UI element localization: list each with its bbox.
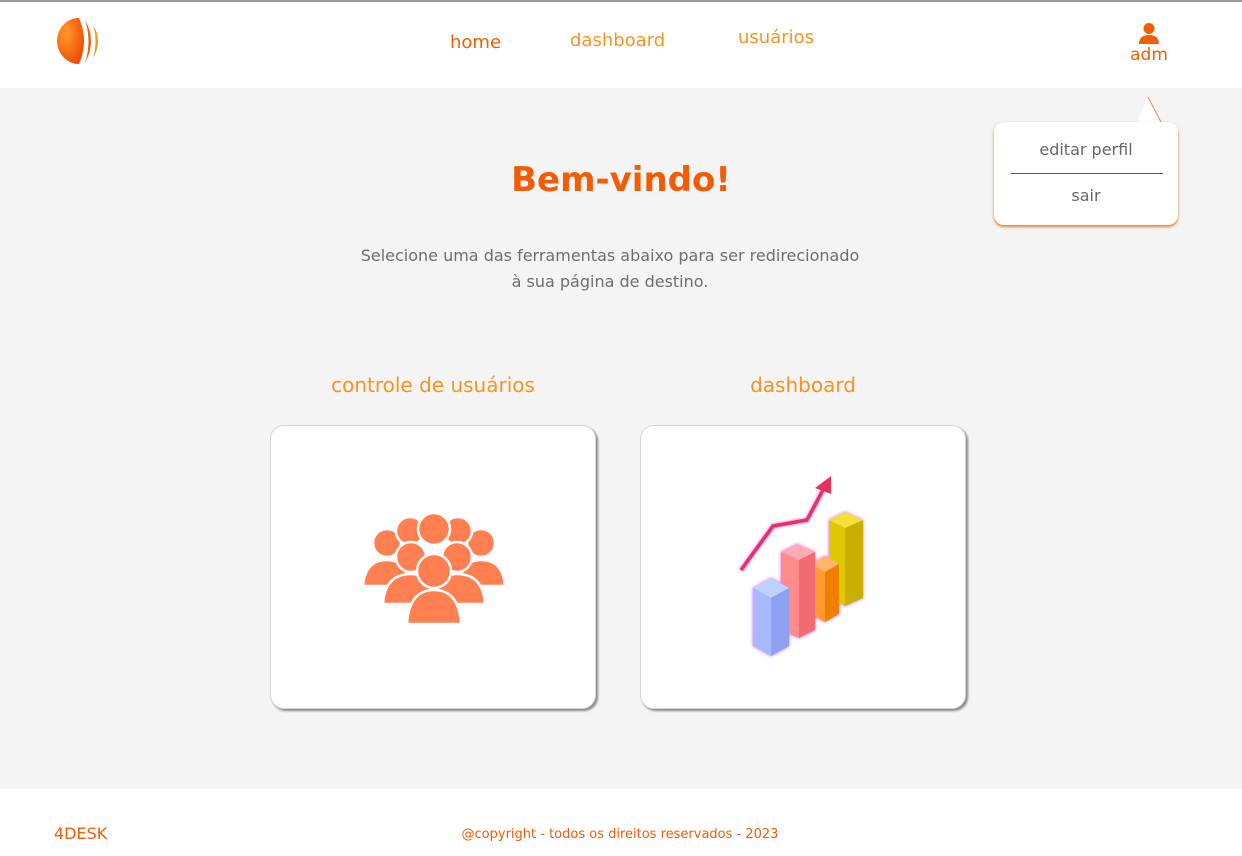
page-subtitle: Selecione uma das ferramentas abaixo par… [310,243,910,295]
footer-brand: 4DESK [54,824,108,843]
nav-home[interactable]: home [450,32,501,53]
footer: 4DESK @copyright - todos os direitos res… [0,789,1242,856]
nav-dashboard[interactable]: dashboard [570,30,665,51]
subtitle-line-2: à sua página de destino. [511,272,709,291]
bar-chart-icon [739,476,863,656]
users-group-icon [363,512,505,624]
dropdown-pointer [1136,97,1163,124]
dashboard-card[interactable] [640,425,966,709]
users-control-card[interactable] [270,425,596,709]
nav-users[interactable]: usuários [738,27,814,48]
copyright-text: @copyright - todos os direitos reservado… [461,827,779,842]
user-menu-button[interactable]: adm [1118,20,1180,70]
edit-profile-menu-item[interactable]: editar perfil [994,140,1178,159]
user-icon [1139,23,1159,44]
subtitle-line-1: Selecione uma das ferramentas abaixo par… [360,246,860,265]
user-label: adm [1130,45,1168,65]
users-card-title: controle de usuários [331,373,535,397]
orange-sphere-logo-icon[interactable] [55,16,107,66]
page-title: Bem-vindo! [511,160,731,200]
dashboard-card-title: dashboard [750,373,856,397]
header: home dashboard usuários adm [0,0,1242,88]
